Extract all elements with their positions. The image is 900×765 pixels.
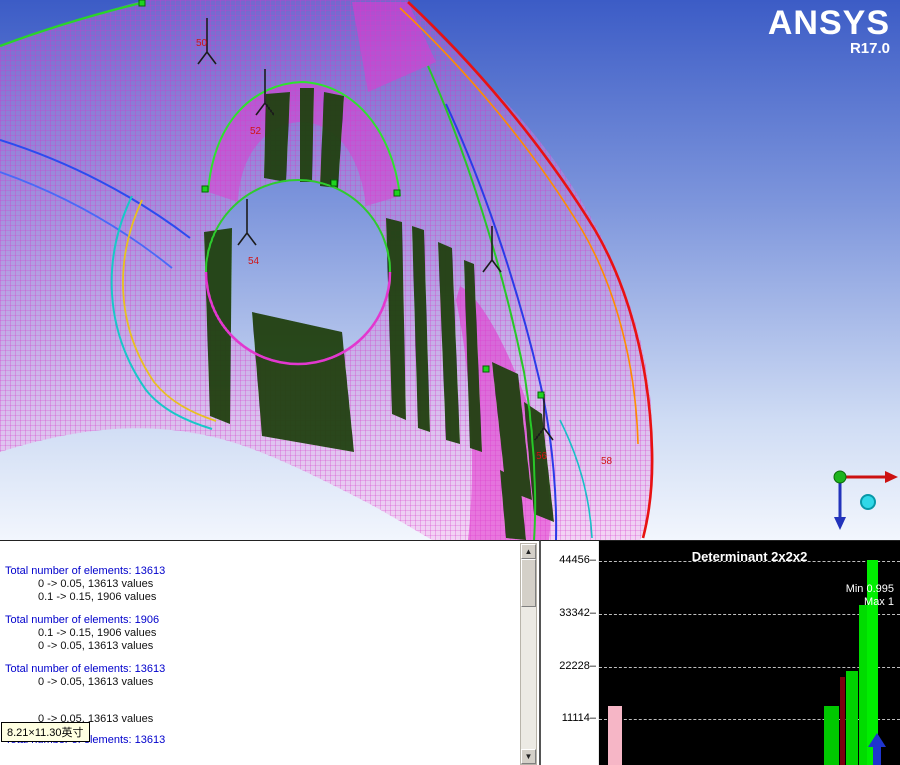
log-line: Total number of elements: 13613: [5, 565, 166, 577]
y-tick-label: 22228: [559, 660, 596, 672]
scroll-indicator-arrow[interactable]: [868, 733, 886, 765]
histogram-title: Determinant 2x2x2: [691, 549, 808, 564]
log-line: 0 -> 0.05, 13613 values: [38, 640, 154, 652]
curve-label: 54: [248, 256, 260, 267]
message-log-panel[interactable]: Total number of elements: 13613 0 -> 0.05…: [0, 540, 539, 765]
log-line: 0.1 -> 0.15, 1906 values: [38, 627, 157, 639]
curve-label: 56: [536, 451, 548, 462]
z-axis-node-icon: [860, 494, 876, 510]
histogram-panel[interactable]: 11114 22228 33342 44456 Determinant 2x2x2 M…: [539, 540, 900, 765]
orientation-triad-icon[interactable]: [833, 470, 898, 530]
scroll-up-button[interactable]: ▲: [521, 544, 536, 559]
log-line: 0 -> 0.05, 13613 values: [38, 676, 154, 688]
histogram-minmax: Min 0.995 Max 1: [846, 583, 894, 609]
histogram-plot[interactable]: Determinant 2x2x2 Min 0.995 Max 1: [598, 541, 900, 765]
ansys-logo: ANSYS R17.0: [768, 6, 890, 57]
histogram-ylabels: 11114 22228 33342 44456: [541, 541, 598, 765]
max-label: Max 1: [864, 596, 894, 608]
curve-label: 52: [250, 126, 262, 137]
log-lines: Total number of elements: 13613 0 -> 0.05…: [0, 541, 539, 747]
scroll-down-button[interactable]: ▼: [521, 749, 536, 764]
gridline: [599, 613, 900, 615]
size-tooltip: 8.21×11.30英寸: [1, 722, 90, 742]
log-scrollbar[interactable]: ▲ ▼: [520, 543, 537, 765]
curve-label: 50: [196, 38, 208, 49]
bottom-section: Total number of elements: 13613 0 -> 0.05…: [0, 540, 900, 765]
histogram-bar[interactable]: [824, 706, 840, 765]
origin-node-icon: [833, 470, 847, 484]
gridline: [599, 666, 900, 668]
ansys-logo-text: ANSYS: [767, 4, 890, 42]
min-label: Min 0.995: [845, 583, 894, 595]
mesh-surface: [0, 0, 653, 540]
histogram-bar[interactable]: [845, 671, 859, 765]
y-tick-label: 33342: [559, 607, 596, 619]
histogram-bar[interactable]: [608, 706, 623, 765]
histogram-bar[interactable]: [859, 604, 867, 765]
log-line: 0 -> 0.05, 13613 values: [38, 578, 154, 590]
y-tick-label: 44456: [559, 554, 596, 566]
ansys-version-text: R17.0: [849, 40, 890, 57]
log-line: Total number of elements: 1906: [5, 614, 160, 626]
y-tick-label: 11114: [562, 712, 596, 724]
histogram-bar[interactable]: [840, 677, 846, 765]
log-line: Total number of elements: 13613: [5, 663, 166, 675]
curve-label: 58: [601, 456, 613, 467]
viewport-3d[interactable]: 50 52 54 56 58 ANSYS R17.0: [0, 0, 900, 540]
log-line: 0.1 -> 0.15, 1906 values: [38, 591, 157, 603]
mesh-canvas: 50 52 54 56 58: [0, 0, 898, 540]
scroll-thumb[interactable]: [521, 559, 536, 607]
